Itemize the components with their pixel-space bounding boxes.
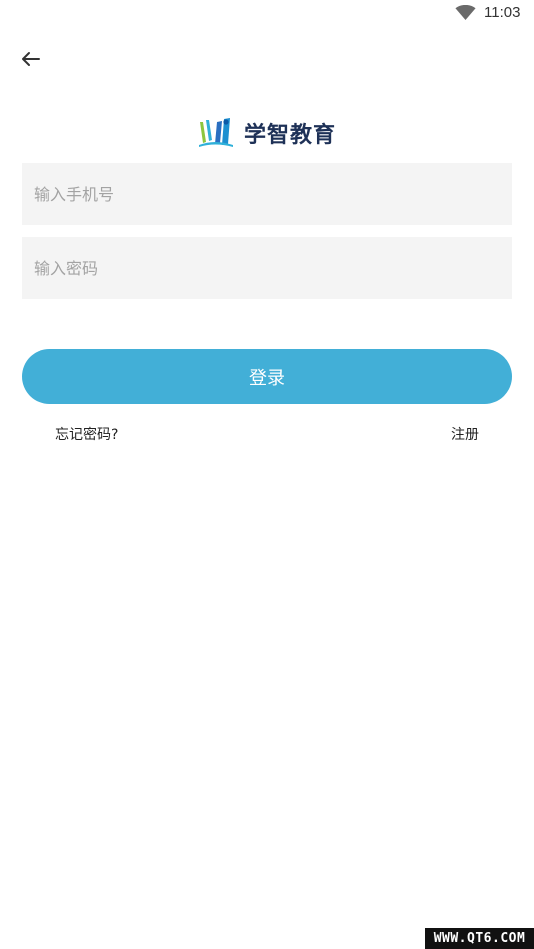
status-bar: 11:03: [0, 0, 534, 28]
watermark: WWW.QT6.COM: [425, 928, 534, 949]
logo: 学智教育: [197, 116, 336, 150]
back-button[interactable]: [14, 44, 48, 74]
password-input[interactable]: [22, 237, 512, 299]
logo-text: 学智教育: [244, 123, 337, 148]
forgot-password-link[interactable]: 忘记密码?: [55, 424, 118, 444]
status-time: 11:03: [484, 4, 521, 21]
arrow-left-icon: [22, 52, 40, 66]
login-button[interactable]: 登录: [22, 349, 512, 404]
register-link[interactable]: 注册: [451, 424, 479, 444]
wifi-icon: [455, 5, 476, 20]
phone-input[interactable]: [22, 163, 512, 225]
logo-book-icon: [199, 118, 233, 147]
